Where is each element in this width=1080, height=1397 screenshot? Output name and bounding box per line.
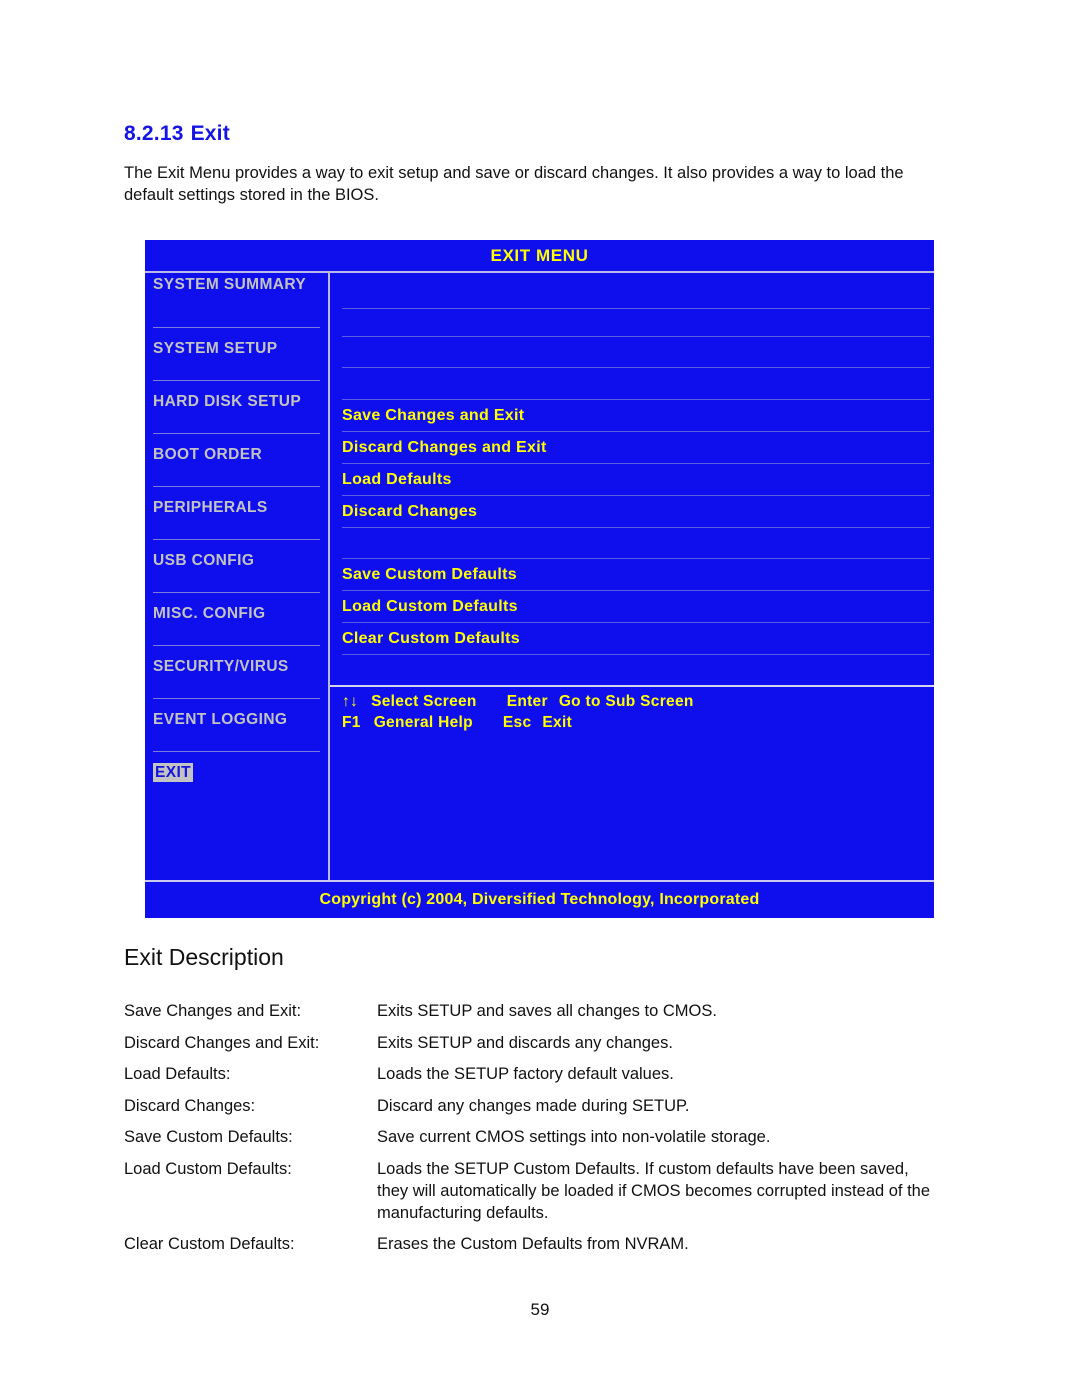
bios-copyright-bar: Copyright (c) 2004, Diversified Technolo… bbox=[145, 882, 934, 918]
sidebar-item-label: PERIPHERALS bbox=[153, 499, 268, 516]
menu-item-save-custom-defaults[interactable]: Save Custom Defaults bbox=[342, 559, 934, 590]
sidebar-item-label: EVENT LOGGING bbox=[153, 711, 288, 728]
sidebar-item-boot-order[interactable]: BOOT ORDER bbox=[145, 434, 330, 486]
sidebar-item-usb-config[interactable]: USB CONFIG bbox=[145, 540, 330, 592]
menu-item-label: Discard Changes bbox=[342, 502, 478, 520]
section-title-text: Exit bbox=[190, 122, 230, 145]
sidebar-item-misc-config[interactable]: MISC. CONFIG bbox=[145, 593, 330, 645]
menu-item-discard-changes[interactable]: Discard Changes bbox=[342, 496, 934, 527]
description-row: Save Custom Defaults: Save current CMOS … bbox=[124, 1126, 944, 1148]
exit-description-table: Save Changes and Exit: Exits SETUP and s… bbox=[124, 1000, 944, 1265]
sidebar-item-event-logging[interactable]: EVENT LOGGING bbox=[145, 699, 330, 751]
sidebar-item-system-setup[interactable]: SYSTEM SETUP bbox=[145, 328, 330, 380]
menu-item-label: Load Custom Defaults bbox=[342, 597, 518, 615]
page-title: 8.2.13 Exit bbox=[124, 122, 230, 146]
help-esc-action-label: Exit bbox=[542, 713, 573, 731]
help-row-keys: F1 General Help Esc Exit bbox=[342, 712, 934, 733]
sidebar-item-label: SECURITY/VIRUS bbox=[153, 658, 289, 675]
sidebar-item-peripherals[interactable]: PERIPHERALS bbox=[145, 487, 330, 539]
section-number: 8.2.13 bbox=[124, 122, 184, 145]
menu-item-label: Discard Changes and Exit bbox=[342, 438, 547, 456]
sidebar-item-label: SYSTEM SETUP bbox=[153, 340, 278, 357]
help-select-screen-label: Select Screen bbox=[371, 692, 477, 710]
menu-item-label: Save Changes and Exit bbox=[342, 406, 525, 424]
menu-item-label: Clear Custom Defaults bbox=[342, 629, 520, 647]
description-definition: Save current CMOS settings into non-vola… bbox=[377, 1128, 771, 1146]
sidebar-item-system-summary[interactable]: SYSTEM SUMMARY bbox=[145, 275, 330, 327]
sidebar-item-label: EXIT bbox=[153, 763, 194, 782]
sidebar-item-hard-disk-setup[interactable]: HARD DISK SETUP bbox=[145, 381, 330, 433]
description-term: Discard Changes and Exit: bbox=[124, 1033, 320, 1052]
updown-arrows-icon: ↑↓ bbox=[342, 692, 359, 710]
description-term: Save Custom Defaults: bbox=[124, 1128, 293, 1146]
help-enter-action-label: Go to Sub Screen bbox=[558, 692, 694, 710]
description-row: Clear Custom Defaults: Erases the Custom… bbox=[124, 1233, 944, 1255]
description-term: Discard Changes: bbox=[124, 1096, 256, 1115]
description-definition: Discard any changes made during SETUP. bbox=[377, 1096, 690, 1115]
exit-description-heading: Exit Description bbox=[124, 944, 284, 970]
copyright-text: Copyright (c) 2004, Diversified Technolo… bbox=[319, 891, 760, 908]
bios-body: SYSTEM SUMMARY SYSTEM SETUP HARD DISK SE… bbox=[145, 273, 934, 880]
description-term: Load Defaults: bbox=[124, 1065, 231, 1083]
description-definition: Loads the SETUP Custom Defaults. If cust… bbox=[377, 1159, 931, 1222]
menu-item-label: Save Custom Defaults bbox=[342, 565, 517, 583]
bios-setup-screen: EXIT MENU SYSTEM SUMMARY SYSTEM SETUP HA… bbox=[145, 240, 934, 918]
menu-item-label: Load Defaults bbox=[342, 470, 452, 488]
description-row: Save Changes and Exit: Exits SETUP and s… bbox=[124, 1000, 944, 1022]
help-f1-action-label: General Help bbox=[373, 713, 473, 731]
sidebar-item-security-virus[interactable]: SECURITY/VIRUS bbox=[145, 646, 330, 698]
menu-item-clear-custom-defaults[interactable]: Clear Custom Defaults bbox=[342, 623, 934, 654]
sidebar-item-label: HARD DISK SETUP bbox=[153, 393, 302, 410]
description-row: Discard Changes and Exit: Exits SETUP an… bbox=[124, 1032, 944, 1054]
bios-main-panel: Save Changes and Exit Discard Changes an… bbox=[330, 273, 934, 880]
sidebar-item-label: BOOT ORDER bbox=[153, 446, 263, 463]
menu-item-load-defaults[interactable]: Load Defaults bbox=[342, 464, 934, 495]
bios-sidebar: SYSTEM SUMMARY SYSTEM SETUP HARD DISK SE… bbox=[145, 273, 330, 880]
help-esc-key-label: Esc bbox=[502, 713, 532, 731]
menu-item-save-changes-and-exit[interactable]: Save Changes and Exit bbox=[342, 400, 934, 431]
description-definition: Loads the SETUP factory default values. bbox=[377, 1065, 674, 1083]
description-row: Discard Changes: Discard any changes mad… bbox=[124, 1095, 944, 1117]
sidebar-item-exit[interactable]: EXIT bbox=[145, 752, 330, 804]
help-f1-key-label: F1 bbox=[342, 713, 361, 731]
description-term: Save Changes and Exit: bbox=[124, 1002, 302, 1020]
sidebar-item-label: USB CONFIG bbox=[153, 552, 255, 569]
help-enter-key-label: Enter bbox=[506, 692, 548, 710]
help-row-navigation: ↑↓ Select Screen Enter Go to Sub Screen bbox=[342, 687, 934, 712]
sidebar-item-label: SYSTEM SUMMARY bbox=[153, 276, 307, 293]
description-definition: Exits SETUP and saves all changes to CMO… bbox=[377, 1002, 717, 1020]
description-row: Load Defaults: Loads the SETUP factory d… bbox=[124, 1063, 944, 1085]
menu-item-discard-changes-and-exit[interactable]: Discard Changes and Exit bbox=[342, 432, 934, 463]
bios-title-text: EXIT MENU bbox=[490, 245, 589, 265]
description-row: Load Custom Defaults: Loads the SETUP Cu… bbox=[124, 1158, 944, 1224]
description-definition: Exits SETUP and discards any changes. bbox=[377, 1033, 673, 1052]
bios-title-bar: EXIT MENU bbox=[145, 240, 934, 271]
menu-item-load-custom-defaults[interactable]: Load Custom Defaults bbox=[342, 591, 934, 622]
description-term: Load Custom Defaults: bbox=[124, 1159, 292, 1178]
intro-paragraph: The Exit Menu provides a way to exit set… bbox=[124, 164, 904, 204]
sidebar-item-label: MISC. CONFIG bbox=[153, 605, 266, 622]
description-term: Clear Custom Defaults: bbox=[124, 1235, 295, 1253]
description-definition: Erases the Custom Defaults from NVRAM. bbox=[377, 1235, 689, 1253]
page-number: 59 bbox=[530, 1300, 550, 1319]
